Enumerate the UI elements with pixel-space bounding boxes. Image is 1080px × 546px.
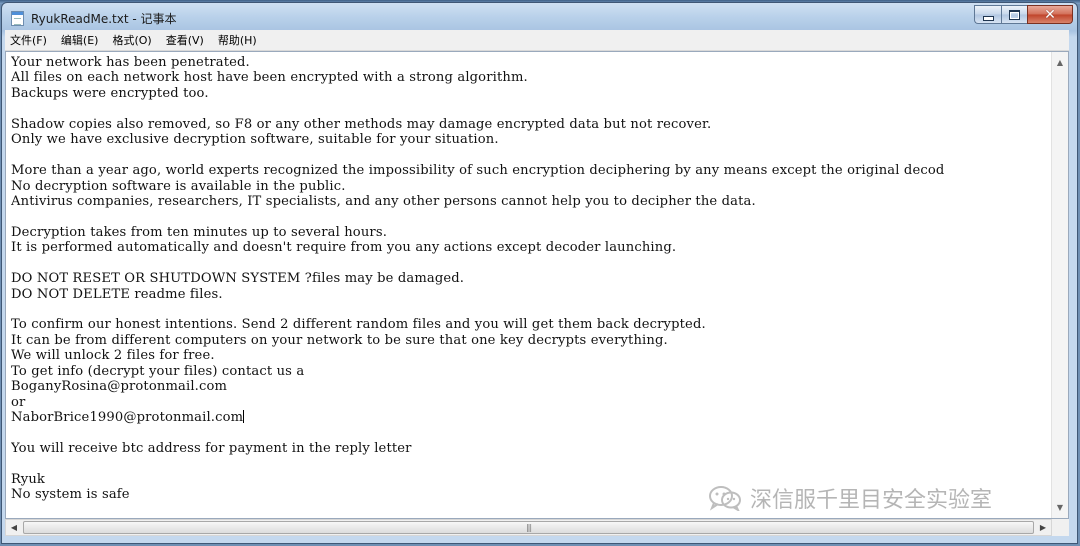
minimize-icon xyxy=(982,15,994,21)
minimize-button[interactable] xyxy=(974,5,1001,24)
text-line: It is performed automatically and doesn'… xyxy=(11,240,677,256)
text-line: DO NOT RESET OR SHUTDOWN SYSTEM ?files m… xyxy=(11,271,465,287)
horizontal-scrollbar[interactable]: ◀ ||| ▶ xyxy=(5,519,1052,536)
title-bar[interactable]: RyukReadMe.txt - 记事本 ✕ xyxy=(2,3,1077,33)
text-line: BoganyRosina@protonmail.com xyxy=(11,379,228,395)
maximize-button[interactable] xyxy=(1001,5,1027,24)
watermark: 深信服千里目安全实验室 xyxy=(708,482,992,514)
text-caret xyxy=(243,410,245,424)
text-line: NaborBrice1990@protonmail.com xyxy=(11,410,245,426)
text-line: We will unlock 2 files for free. xyxy=(11,348,215,364)
caption-buttons: ✕ xyxy=(974,5,1073,25)
maximize-icon xyxy=(1009,9,1020,20)
scroll-down-arrow-icon[interactable]: ▼ xyxy=(1052,499,1068,516)
text-line: Shadow copies also removed, so F8 or any… xyxy=(11,116,712,132)
wechat-icon xyxy=(708,485,742,513)
text-line: More than a year ago, world experts reco… xyxy=(11,163,945,179)
text-editor[interactable]: Your network has been penetrated. All fil… xyxy=(5,51,1069,519)
watermark-text: 深信服千里目安全实验室 xyxy=(750,488,993,513)
window-title: RyukReadMe.txt - 记事本 xyxy=(31,12,177,26)
close-icon: ✕ xyxy=(1044,6,1056,23)
text-line: No decryption software is available in t… xyxy=(11,178,346,194)
menu-bar: 文件(F) 编辑(E) 格式(O) 查看(V) 帮助(H) xyxy=(5,30,1069,51)
text-line: It can be from different computers on yo… xyxy=(11,332,668,348)
text-line xyxy=(11,456,1050,471)
horizontal-scroll-thumb[interactable]: ||| xyxy=(23,521,1034,534)
menu-view[interactable]: 查看(V) xyxy=(161,32,209,48)
scroll-left-arrow-icon[interactable]: ◀ xyxy=(6,520,22,535)
text-line xyxy=(11,256,1050,271)
text-line: Decryption takes from ten minutes up to … xyxy=(11,224,388,240)
scroll-up-arrow-icon[interactable]: ▲ xyxy=(1052,54,1068,71)
text-line xyxy=(11,209,1050,224)
text-line xyxy=(11,148,1050,163)
menu-help[interactable]: 帮助(H) xyxy=(213,32,262,48)
resize-grip[interactable] xyxy=(1052,519,1069,536)
close-button[interactable]: ✕ xyxy=(1027,5,1073,24)
text-line xyxy=(11,426,1050,441)
text-line xyxy=(11,302,1050,317)
menu-format[interactable]: 格式(O) xyxy=(107,32,156,48)
scrollbar-grip-icon: ||| xyxy=(525,522,532,532)
text-line: or xyxy=(11,394,26,410)
menu-file[interactable]: 文件(F) xyxy=(5,32,52,48)
text-line: Only we have exclusive decryption softwa… xyxy=(11,132,499,148)
scroll-right-arrow-icon[interactable]: ▶ xyxy=(1035,520,1051,535)
text-line: To confirm our honest intentions. Send 2… xyxy=(11,317,706,333)
menu-edit[interactable]: 编辑(E) xyxy=(56,32,104,48)
text-line: Backups were encrypted too. xyxy=(11,85,209,101)
text-line: You will receive btc address for payment… xyxy=(11,440,412,456)
text-line: To get info (decrypt your files) contact… xyxy=(11,363,305,379)
text-line xyxy=(11,101,1050,116)
document-text[interactable]: Your network has been penetrated. All fil… xyxy=(11,55,1050,518)
text-line: Your network has been penetrated. xyxy=(11,55,250,70)
text-line: DO NOT DELETE readme files. xyxy=(11,286,223,302)
text-line: Antivirus companies, researchers, IT spe… xyxy=(11,193,756,209)
vertical-scrollbar[interactable]: ▲ ▼ xyxy=(1051,52,1068,518)
text-line: All files on each network host have been… xyxy=(11,70,528,86)
notepad-icon[interactable] xyxy=(11,11,24,26)
